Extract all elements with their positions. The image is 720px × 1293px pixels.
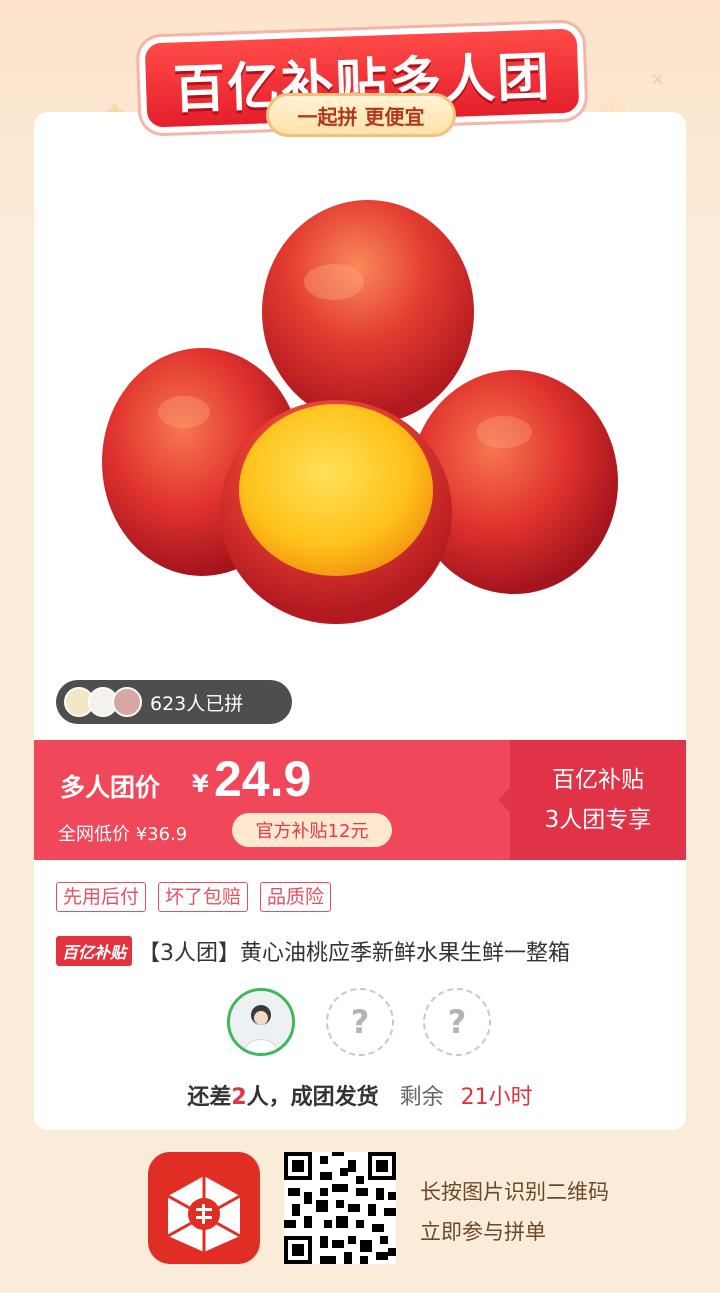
subsidy-brand-badge: 百亿补贴	[56, 936, 133, 966]
product-title[interactable]: 【3人团】黄心油桃应季新鲜水果生鲜一整箱	[138, 935, 570, 967]
service-tags: 先用后付 坏了包赔 品质险	[56, 882, 343, 912]
tag-pay-later: 先用后付	[56, 882, 147, 912]
empty-member-slot: ?	[326, 988, 394, 1056]
nectarine-fruit-image	[102, 200, 618, 624]
subsidy-chip: 官方补贴12元	[232, 813, 392, 847]
logo-mark	[167, 1176, 241, 1252]
qr-code-icon[interactable]	[284, 1152, 396, 1264]
tag-damage-refund: 坏了包赔	[158, 882, 249, 912]
product-title-row[interactable]: 百亿补贴 【3人团】黄心油桃应季新鲜水果生鲜一整箱	[56, 935, 666, 967]
fruit-cut-flesh	[239, 404, 433, 576]
buyers-count-text: 623人已拼	[150, 692, 244, 715]
tag-quality-insurance: 品质险	[260, 882, 332, 912]
status-prefix: 还差	[187, 1085, 232, 1110]
buyers-count-pill: 623人已拼	[56, 680, 292, 724]
product-card[interactable]: 623人已拼 多人团价 ¥ 24.9 全网低价 ¥36.9 官方补贴12元 百亿…	[34, 112, 686, 1130]
pinduoduo-logo-icon	[148, 1152, 260, 1264]
remaining-label: 剩余	[399, 1085, 444, 1110]
needed-count: 2	[231, 1085, 247, 1110]
fruit-top	[262, 200, 474, 424]
header-subtitle: 一起拼 更便宜	[266, 93, 456, 137]
qr-code-pattern	[284, 1152, 396, 1264]
sparkle-icon: ✕	[650, 70, 666, 91]
product-image-area[interactable]: 623人已拼	[34, 112, 686, 740]
empty-member-slot: ?	[423, 988, 491, 1056]
footer-line-2: 立即参与拼单	[420, 1220, 546, 1244]
status-suffix: 人，成团发货	[246, 1085, 379, 1110]
remaining-time: 21小时	[460, 1085, 533, 1110]
original-price: 全网低价 ¥36.9	[58, 824, 188, 845]
question-mark-icon: ?	[447, 1003, 467, 1041]
group-price-label: 多人团价	[60, 773, 161, 802]
footer-instructions: 长按图片识别二维码 立即参与拼单	[420, 1172, 609, 1252]
buyer-avatars	[64, 687, 142, 717]
promo-line-1: 百亿补贴	[552, 767, 644, 793]
subsidy-promo-panel: 百亿补贴 3人团专享	[498, 740, 686, 860]
avatar	[112, 687, 142, 717]
question-mark-icon: ?	[350, 1003, 370, 1041]
promo-line-2: 3人团专享	[544, 807, 652, 833]
group-status: 还差2人，成团发货 剩余 21小时	[34, 1079, 686, 1111]
group-price-value: 24.9	[214, 751, 312, 807]
avatar	[230, 991, 292, 1053]
price-bar: 多人团价 ¥ 24.9 全网低价 ¥36.9 官方补贴12元 百亿补贴 3人团专…	[34, 740, 686, 860]
currency-symbol: ¥	[192, 770, 209, 798]
group-member-avatar	[227, 988, 295, 1056]
footer-line-1: 长按图片识别二维码	[420, 1180, 609, 1204]
